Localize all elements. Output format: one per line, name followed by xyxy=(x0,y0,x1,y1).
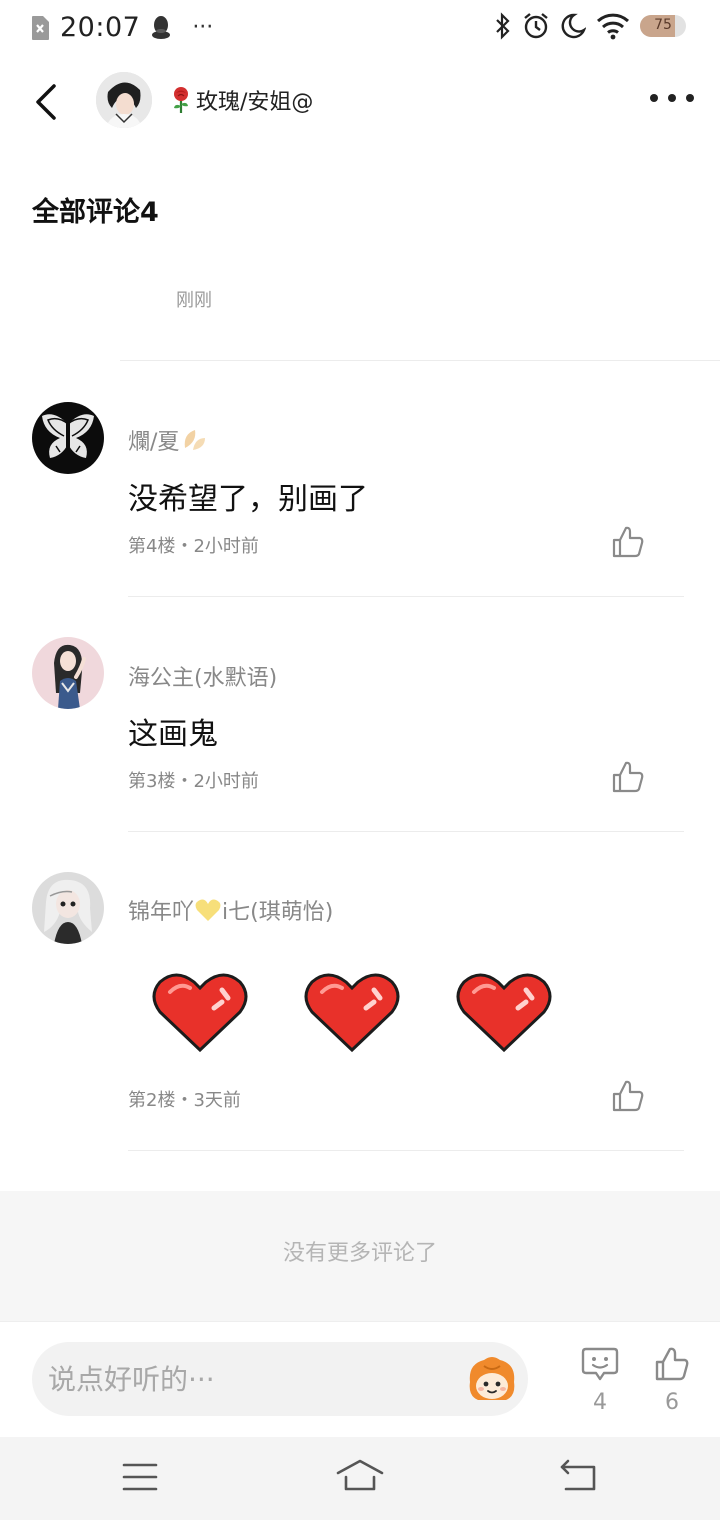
commenter-name-text-prefix: 锦年吖 xyxy=(128,900,195,925)
dnd-moon-icon xyxy=(561,13,586,39)
back-icon xyxy=(36,84,56,120)
comment-floor-time: 第4楼・2小时前 xyxy=(128,536,259,557)
clock-time: 20:07 xyxy=(60,12,141,43)
red-heart-sticker-icon xyxy=(456,973,552,1053)
divider xyxy=(128,1150,684,1151)
nav-back-button[interactable] xyxy=(556,1457,604,1497)
no-more-comments-text: 没有更多评论了 xyxy=(282,1241,437,1266)
comment-like-button[interactable] xyxy=(608,1076,648,1116)
emoji-sticker-button-icon[interactable] xyxy=(464,1352,520,1408)
sticker-hearts xyxy=(150,970,600,1070)
comment-count: 4 xyxy=(593,1390,607,1415)
commenter-name-text-suffix: i七(琪萌怡) xyxy=(222,900,334,925)
comment-input-pill[interactable] xyxy=(32,1342,528,1416)
more-icon-dot xyxy=(650,94,658,102)
post-timestamp: 刚刚 xyxy=(176,290,212,311)
more-options-button[interactable] xyxy=(650,86,694,110)
red-heart-sticker-icon xyxy=(304,973,400,1053)
yellow-heart-icon xyxy=(195,899,221,921)
commenter-name-text: 海公主(水默语) xyxy=(128,666,278,691)
commenter-avatar[interactable] xyxy=(32,402,104,474)
sim-off-icon xyxy=(32,15,49,40)
comment-text: 没希望了，别画了 xyxy=(128,482,368,517)
more-icon-dot xyxy=(686,94,694,102)
battery-indicator: 75 xyxy=(640,15,686,37)
divider xyxy=(120,360,720,361)
end-of-list-area: 没有更多评论了 xyxy=(0,1191,720,1321)
comment-text: 这画鬼 xyxy=(128,717,218,752)
comment-like-button[interactable] xyxy=(608,757,648,797)
battery-level: 75 xyxy=(654,17,672,33)
like-icon xyxy=(612,1080,644,1112)
wifi-icon xyxy=(596,13,630,40)
leaf-emoji-icon xyxy=(185,430,206,450)
comments-section-title: 全部评论4 xyxy=(32,197,159,228)
more-notifications-indicator: ··· xyxy=(192,15,214,40)
comment-icon xyxy=(581,1347,619,1381)
alarm-icon xyxy=(524,13,548,39)
nav-home-button[interactable] xyxy=(336,1457,384,1497)
commenter-name-text: 爛/夏 xyxy=(128,430,180,455)
return-icon xyxy=(560,1459,596,1491)
red-heart-sticker-icon xyxy=(152,973,248,1053)
more-icon-dot xyxy=(668,94,676,102)
status-bar: 20:07 ··· 75 xyxy=(0,0,720,56)
like-count: 6 xyxy=(665,1390,679,1415)
home-icon xyxy=(336,1459,384,1491)
system-navigation-bar xyxy=(0,1437,720,1520)
rose-icon xyxy=(174,87,188,113)
commenter-avatar[interactable] xyxy=(32,637,104,709)
comment-floor-time: 第2楼・3天前 xyxy=(128,1090,241,1111)
bluetooth-icon xyxy=(496,12,510,40)
comment-like-button[interactable] xyxy=(608,522,648,562)
comment-input-bar: 4 6 xyxy=(0,1321,720,1437)
like-icon xyxy=(612,526,644,558)
author-avatar[interactable] xyxy=(96,72,152,128)
comment-floor-time: 第3楼・2小时前 xyxy=(128,771,259,792)
back-button[interactable] xyxy=(28,80,68,124)
like-icon xyxy=(612,761,644,793)
nav-menu-button[interactable] xyxy=(116,1457,164,1497)
divider xyxy=(128,596,684,597)
top-header: 玫瑰/安姐@ xyxy=(0,60,720,144)
author-name[interactable]: 玫瑰/安姐@ xyxy=(170,84,313,116)
like-icon xyxy=(655,1347,689,1381)
commenter-avatar[interactable] xyxy=(32,872,104,944)
author-name-text: 玫瑰/安姐@ xyxy=(196,90,314,115)
divider xyxy=(128,831,684,832)
qq-icon xyxy=(152,15,171,39)
comment-count-button[interactable]: 4 xyxy=(572,1344,628,1415)
menu-icon xyxy=(122,1463,158,1491)
commenter-name[interactable]: 海公主(水默语) xyxy=(128,660,277,692)
commenter-name[interactable]: 锦年吖 i七(琪萌怡) xyxy=(128,894,333,926)
post-like-button[interactable]: 6 xyxy=(644,1344,700,1415)
comment-input[interactable] xyxy=(48,1342,448,1416)
commenter-name[interactable]: 爛/夏 xyxy=(128,424,209,456)
